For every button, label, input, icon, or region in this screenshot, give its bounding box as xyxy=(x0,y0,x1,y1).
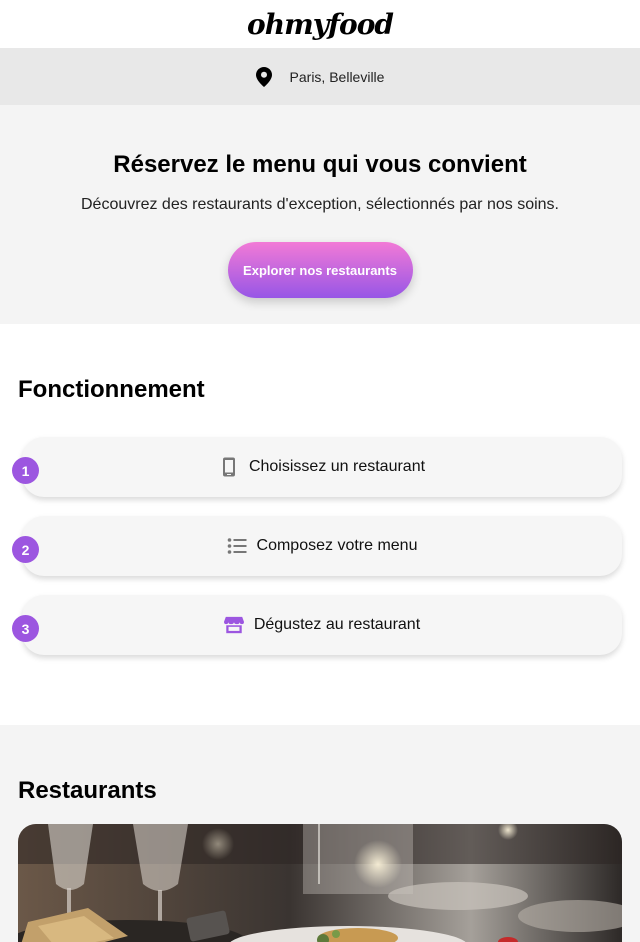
hero-title: Réservez le menu qui vous convient xyxy=(113,151,527,178)
step-number-badge: 1 xyxy=(12,457,39,484)
restaurants-section: Restaurants xyxy=(0,725,640,942)
map-pin-icon xyxy=(255,66,272,87)
ohmyfood-logo[interactable]: ohmyfood xyxy=(247,8,394,41)
list-icon xyxy=(227,538,247,554)
step-compose-menu: 2 Composez votre menu xyxy=(12,516,622,576)
step-label: Choisissez un restaurant xyxy=(248,458,426,475)
step-choose-restaurant: 1 Choisissez un restaurant xyxy=(12,437,622,497)
how-it-works-title: Fonctionnement xyxy=(18,376,205,403)
step-number-badge: 3 xyxy=(12,615,39,642)
step-enjoy-restaurant: 3 Dégustez au restaurant xyxy=(12,595,622,655)
restaurant-photo xyxy=(18,824,622,942)
hero-subtitle: Découvrez des restaurants d'exception, s… xyxy=(81,196,559,213)
explore-restaurants-button[interactable]: Explorer nos restaurants xyxy=(227,242,413,298)
step-number-badge: 2 xyxy=(12,536,39,563)
hero-section: Réservez le menu qui vous convient Décou… xyxy=(0,105,640,324)
step-label: Dégustez au restaurant xyxy=(253,616,421,633)
location-text: Paris, Belleville xyxy=(289,68,385,85)
restaurant-card-image[interactable] xyxy=(18,824,622,942)
store-icon xyxy=(223,616,244,634)
restaurants-title: Restaurants xyxy=(18,777,157,804)
how-it-works-section: Fonctionnement 1 Choisissez un restauran… xyxy=(0,324,640,725)
step-label: Composez votre menu xyxy=(256,537,418,554)
site-header: ohmyfood xyxy=(0,0,640,48)
location-bar: Paris, Belleville xyxy=(0,48,640,105)
mobile-phone-icon xyxy=(222,457,235,477)
